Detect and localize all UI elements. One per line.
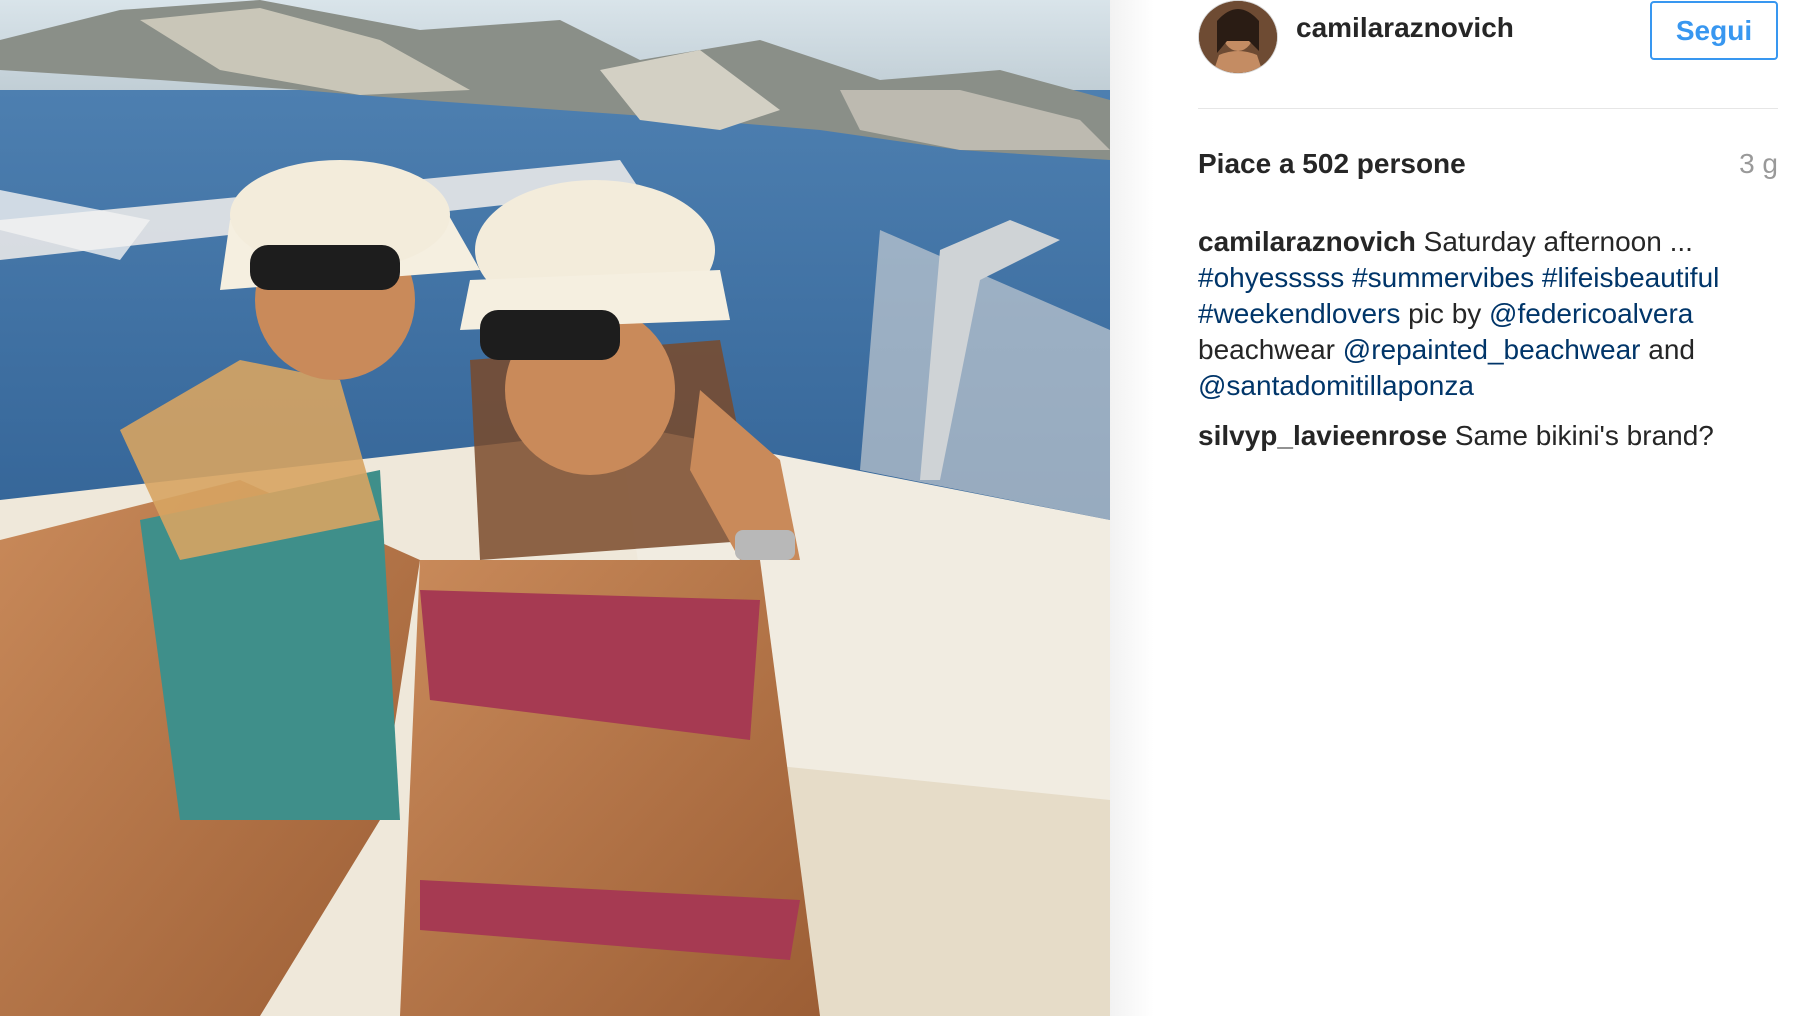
- post-username[interactable]: camilaraznovich: [1296, 12, 1514, 44]
- post-caption: camilaraznovich Saturday afternoon ... #…: [1198, 224, 1778, 404]
- mention-link[interactable]: @santadomitillaponza: [1198, 370, 1474, 401]
- caption-text: Saturday afternoon ...: [1415, 226, 1693, 257]
- caption-text: and: [1640, 334, 1695, 365]
- likes-row: Piace a 502 persone 3 g: [1198, 148, 1778, 184]
- mention-link[interactable]: @repainted_beachwear: [1343, 334, 1641, 365]
- likes-count[interactable]: Piace a 502 persone: [1198, 148, 1466, 180]
- caption-text: pic by: [1400, 298, 1490, 329]
- comment-text: Same bikini's brand?: [1447, 420, 1714, 451]
- hashtag-link[interactable]: #summervibes: [1352, 262, 1534, 293]
- follow-button[interactable]: Segui: [1650, 1, 1778, 60]
- post-photo-image: [0, 0, 1110, 1016]
- comment-item: silvyp_lavieenrose Same bikini's brand?: [1198, 418, 1778, 454]
- post-header: camilaraznovich Segui: [1198, 0, 1778, 109]
- post-age[interactable]: 3 g: [1739, 148, 1778, 180]
- caption-text: beachwear: [1198, 334, 1343, 365]
- photo-divider: [1110, 0, 1154, 1016]
- hashtag-link[interactable]: #lifeisbeautiful: [1542, 262, 1719, 293]
- comment-username[interactable]: silvyp_lavieenrose: [1198, 420, 1447, 451]
- hashtag-link[interactable]: #weekendlovers: [1198, 298, 1400, 329]
- post-sidebar: camilaraznovich Segui Piace a 502 person…: [1198, 0, 1778, 1016]
- caption-username[interactable]: camilaraznovich: [1198, 226, 1416, 257]
- mention-link[interactable]: @federicoalvera: [1489, 298, 1693, 329]
- avatar[interactable]: [1198, 0, 1278, 74]
- profile-photo-icon: [1199, 1, 1277, 73]
- post-photo[interactable]: [0, 0, 1111, 1016]
- hashtag-link[interactable]: #ohyesssss: [1198, 262, 1344, 293]
